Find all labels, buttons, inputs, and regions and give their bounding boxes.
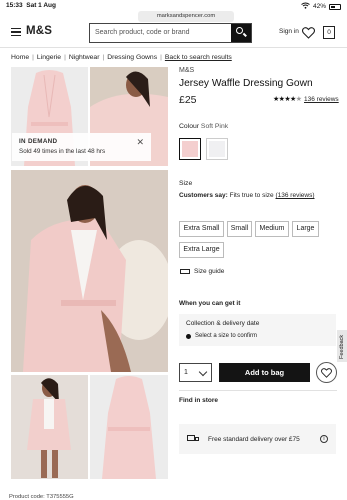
add-to-bag-button[interactable]: Add to bag	[219, 363, 310, 382]
when-you-can-get-it-title: When you can get it	[179, 300, 241, 307]
product-image-main[interactable]	[11, 170, 168, 372]
in-demand-text: Sold 49 times in the last 48 hrs	[19, 148, 106, 155]
search-button[interactable]	[231, 24, 251, 42]
size-extra-small[interactable]: Extra Small	[179, 221, 224, 237]
quantity-select[interactable]: 1	[179, 363, 212, 382]
size-small[interactable]: Small	[227, 221, 252, 237]
chevron-down-icon	[198, 367, 208, 377]
ruler-icon	[180, 269, 190, 274]
breadcrumb-home[interactable]: Home	[11, 54, 29, 61]
collection-note: Select a size to confirm	[186, 333, 329, 339]
close-icon[interactable]: ✕	[136, 137, 144, 148]
delivery-text: Free standard delivery over £75	[208, 435, 300, 443]
status-time: 15:33 Sat 1 Aug	[6, 2, 56, 9]
colour-label: Colour Soft Pink	[179, 123, 229, 130]
size-extra-large[interactable]: Extra Large	[179, 242, 224, 258]
site-header: M&S Search product, code or brand Sign i…	[0, 22, 347, 46]
wifi-icon	[301, 2, 310, 11]
size-medium[interactable]: Medium	[255, 221, 289, 237]
fit-reviews-link[interactable]: (136 reviews)	[275, 192, 314, 199]
in-demand-title: IN DEMAND	[19, 138, 58, 145]
breadcrumb-nightwear[interactable]: Nightwear	[69, 54, 100, 61]
breadcrumb-dressing-gowns[interactable]: Dressing Gowns	[107, 54, 157, 61]
delivery-info-panel: Free standard delivery over £75 i	[179, 424, 336, 454]
fit-summary: Customers say: Fits true to size (136 re…	[179, 192, 315, 199]
sign-in-link[interactable]: Sign in	[279, 28, 299, 35]
rating-stars: ★★★★★	[273, 96, 302, 103]
heart-icon	[321, 367, 332, 378]
product-image-model-full[interactable]	[11, 375, 88, 479]
product-price: £25	[179, 94, 197, 106]
delivery-truck-icon	[187, 435, 199, 443]
size-guide-link[interactable]: Size guide	[180, 268, 224, 275]
search-input[interactable]: Search product, code or brand	[90, 24, 231, 42]
add-to-wishlist-button[interactable]	[316, 362, 337, 383]
info-icon[interactable]: i	[320, 435, 328, 443]
search-bar[interactable]: Search product, code or brand	[89, 23, 252, 43]
swatch-soft-pink[interactable]	[179, 138, 201, 160]
status-right: 42%	[301, 2, 341, 11]
menu-icon[interactable]	[11, 28, 21, 37]
in-demand-badge: IN DEMAND Sold 49 times in the last 48 h…	[12, 133, 151, 161]
size-label: Size	[179, 180, 193, 187]
product-image-back[interactable]	[90, 375, 168, 479]
product-title: Jersey Waffle Dressing Gown	[179, 78, 313, 89]
feedback-tab[interactable]: Feedback	[337, 330, 347, 362]
site-logo[interactable]: M&S	[26, 25, 52, 37]
product-brand: M&S	[179, 67, 195, 74]
battery-percent: 42%	[312, 3, 326, 10]
bullet-icon	[186, 333, 191, 339]
reviews-link[interactable]: 136 reviews	[304, 96, 339, 103]
breadcrumb: Home | Lingerie | Nightwear | Dressing Gown…	[11, 54, 232, 61]
collection-title: Collection & delivery date	[186, 320, 260, 327]
swatch-white[interactable]	[206, 138, 228, 160]
search-icon	[236, 27, 243, 34]
product-code: Product code: T375555G	[9, 494, 74, 500]
wishlist-heart-icon[interactable]	[301, 26, 316, 44]
header-divider	[0, 47, 347, 48]
url-bar[interactable]: marksandspencer.com	[138, 11, 234, 22]
breadcrumb-lingerie[interactable]: Lingerie	[37, 54, 61, 61]
find-in-store-link[interactable]: Find in store	[179, 397, 218, 404]
bag-icon[interactable]: 0	[323, 26, 335, 39]
battery-icon	[329, 3, 341, 10]
section-divider	[179, 390, 337, 391]
collection-delivery-panel: Collection & delivery date Select a size…	[179, 314, 336, 346]
size-large[interactable]: Large	[292, 221, 319, 237]
back-to-search-link[interactable]: Back to search results	[165, 54, 232, 61]
